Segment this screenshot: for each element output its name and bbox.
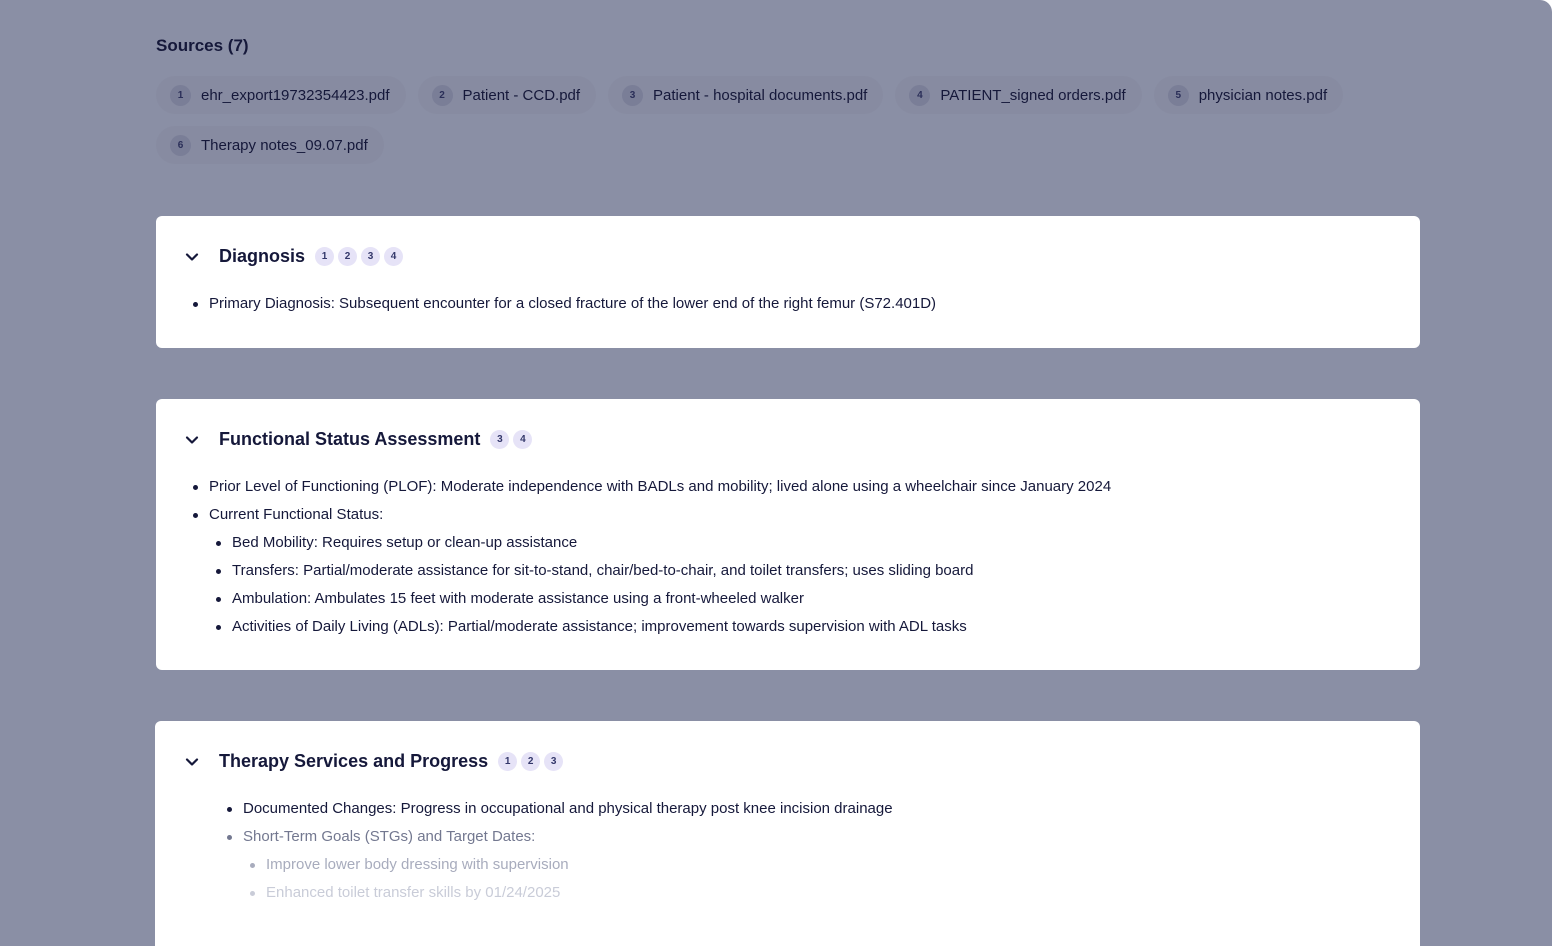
- section-title: Functional Status Assessment: [219, 429, 481, 449]
- list-item: Prior Level of Functioning (PLOF): Moder…: [193, 473, 1111, 501]
- chevron-down-icon[interactable]: [184, 432, 200, 448]
- citation-badge[interactable]: 3: [544, 752, 564, 771]
- list-item: Enhanced toilet transfer skills by 01/24…: [250, 879, 893, 907]
- source-name: physician notes.pdf: [1198, 86, 1328, 104]
- chevron-down-icon[interactable]: [184, 754, 200, 770]
- list-item-label: Current Functional Status:: [209, 506, 384, 523]
- list-item: Short-Term Goals (STGs) and Target Dates…: [227, 823, 893, 907]
- diagnosis-header: Diagnosis 1 2 3 4: [184, 246, 407, 267]
- source-chip-5[interactable]: 5 physician notes.pdf: [1153, 76, 1344, 114]
- section-title: Diagnosis: [219, 246, 306, 266]
- source-name: Patient - CCD.pdf: [462, 86, 581, 104]
- source-number: 4: [909, 84, 931, 106]
- citation-badge[interactable]: 2: [338, 247, 358, 266]
- content-fade: [155, 911, 1420, 946]
- diagnosis-card: Diagnosis 1 2 3 4 Primary Diagnosis: Sub…: [156, 216, 1420, 348]
- citation-badge[interactable]: 2: [521, 752, 541, 771]
- sources-title: Sources (7): [156, 36, 249, 55]
- chevron-down-icon[interactable]: [184, 249, 200, 265]
- citation-badge[interactable]: 4: [384, 247, 404, 266]
- list-item: Ambulation: Ambulates 15 feet with moder…: [216, 585, 1111, 613]
- source-number: 5: [1167, 84, 1189, 106]
- functional-status-card: Functional Status Assessment 3 4 Prior L…: [156, 399, 1420, 670]
- source-chip-4[interactable]: 4 PATIENT_signed orders.pdf: [895, 76, 1142, 114]
- source-chip-1[interactable]: 1 ehr_export19732354423.pdf: [156, 76, 406, 114]
- therapy-header: Therapy Services and Progress 1 2 3: [184, 751, 567, 772]
- functional-status-header: Functional Status Assessment 3 4: [184, 429, 536, 450]
- source-chip-3[interactable]: 3 Patient - hospital documents.pdf: [608, 76, 884, 114]
- source-number: 2: [431, 84, 453, 106]
- source-name: Therapy notes_09.07.pdf: [201, 136, 368, 154]
- citation-badge[interactable]: 4: [513, 430, 533, 449]
- list-item-label: Short-Term Goals (STGs) and Target Dates…: [243, 828, 536, 845]
- source-name: PATIENT_signed orders.pdf: [940, 86, 1126, 104]
- list-item: Activities of Daily Living (ADLs): Parti…: [216, 613, 1111, 641]
- sources-list: 1 ehr_export19732354423.pdf 2 Patient - …: [156, 76, 1416, 176]
- therapy-card: Therapy Services and Progress 1 2 3 Docu…: [155, 721, 1420, 946]
- list-item: Documented Changes: Progress in occupati…: [227, 795, 893, 823]
- source-name: Patient - hospital documents.pdf: [653, 86, 868, 104]
- list-item: Current Functional Status: Bed Mobility:…: [193, 501, 1111, 641]
- functional-status-list: Prior Level of Functioning (PLOF): Moder…: [193, 473, 1111, 641]
- therapy-list: Documented Changes: Progress in occupati…: [227, 795, 893, 907]
- source-name: ehr_export19732354423.pdf: [201, 86, 390, 104]
- list-item: Bed Mobility: Requires setup or clean-up…: [216, 529, 1111, 557]
- source-number: 3: [622, 84, 644, 106]
- diagnosis-list: Primary Diagnosis: Subsequent encounter …: [193, 290, 936, 318]
- section-title: Therapy Services and Progress: [219, 751, 489, 771]
- source-number: 1: [170, 84, 191, 106]
- modal-overlay: Sources (7) 1 ehr_export19732354423.pdf …: [0, 0, 1552, 946]
- source-chip-2[interactable]: 2 Patient - CCD.pdf: [417, 76, 597, 114]
- list-item: Primary Diagnosis: Subsequent encounter …: [193, 290, 936, 318]
- list-item: Transfers: Partial/moderate assistance f…: [216, 557, 1111, 585]
- source-chip-6[interactable]: 6 Therapy notes_09.07.pdf: [156, 126, 384, 164]
- source-number: 6: [170, 134, 191, 156]
- citation-badge[interactable]: 1: [498, 752, 518, 771]
- functional-sublist: Bed Mobility: Requires setup or clean-up…: [216, 529, 1111, 641]
- citation-badge[interactable]: 1: [315, 247, 335, 266]
- citation-badge[interactable]: 3: [490, 430, 510, 449]
- list-item: Improve lower body dressing with supervi…: [250, 851, 893, 879]
- therapy-sublist: Improve lower body dressing with supervi…: [250, 851, 893, 907]
- citation-badge[interactable]: 3: [361, 247, 381, 266]
